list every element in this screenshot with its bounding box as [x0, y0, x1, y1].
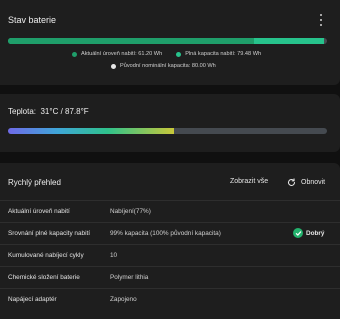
current-charge-fill [8, 38, 254, 44]
legend-nominal-capacity-label: Původní nominální kapacita: [120, 63, 191, 69]
current-charge-dot [72, 51, 77, 57]
legend-nominal-capacity: Původní nominální kapacita: 80.00 Wh [111, 63, 216, 69]
status-badge: Dobrý [293, 228, 324, 238]
row-label: Chemické složení baterie [8, 274, 80, 281]
battery-legend-row-2: Původní nominální kapacita: 80.00 Wh [111, 63, 216, 69]
show-all-button[interactable]: Zobrazit vše [230, 178, 268, 185]
battery-legend-row-1: Aktuální úroveň nabití: 61.20 Wh Plná ka… [72, 51, 261, 57]
legend-nominal-capacity-value: 80.00 Wh [191, 63, 216, 69]
status-badge-label: Dobrý [306, 229, 325, 237]
row-value: Zapojeno [110, 296, 137, 303]
row-label: Aktuální úroveň nabití [8, 208, 70, 215]
table-row: Aktuální úroveň nabití Nabíjení(77%) [0, 200, 340, 222]
table-row: Kumulované nabíjecí cykly 10 [0, 244, 340, 266]
row-value: 10 [110, 252, 118, 259]
temperature-value: 31°C / 87.8°F [40, 107, 89, 116]
row-value: Polymer lithia [110, 274, 149, 281]
temperature-card [0, 94, 340, 152]
quick-overview-title: Rychlý přehled [8, 178, 61, 187]
battery-status-card: Stav baterie Aktuální úroveň nabití: 61.… [0, 0, 340, 85]
nominal-capacity-dot [111, 63, 116, 69]
temperature-readout: Teplota: 31°C / 87.8°F [8, 107, 89, 116]
legend-full-capacity-value: 79.48 Wh [237, 51, 262, 57]
full-capacity-dot [176, 51, 182, 57]
legend-current-charge-value: 61.20 Wh [138, 51, 163, 57]
battery-capacity-bar [8, 38, 327, 44]
refresh-button[interactable]: Obnovit [287, 178, 325, 187]
table-row: Napájecí adaptér Zapojeno [0, 288, 340, 310]
row-label: Kumulované nabíjecí cykly [8, 252, 84, 259]
more-options-icon[interactable] [318, 14, 324, 26]
legend-full-capacity-label: Plná kapacita nabití: [185, 51, 236, 57]
temperature-label: Teplota: [8, 107, 37, 116]
check-icon [293, 228, 303, 238]
battery-status-title: Stav baterie [8, 15, 57, 25]
row-value: Nabíjení(77%) [110, 208, 151, 215]
table-row: Chemické složení baterie Polymer lithia [0, 266, 340, 288]
legend-current-charge: Aktuální úroveň nabití: 61.20 Wh [72, 51, 162, 57]
legend-full-capacity: Plná kapacita nabití: 79.48 Wh [176, 51, 261, 57]
temperature-bar [8, 128, 327, 134]
row-label: Napájecí adaptér [8, 296, 57, 303]
refresh-label: Obnovit [301, 179, 326, 186]
row-value: 99% kapacita (100% původní kapacita) [110, 230, 221, 237]
temperature-fill [8, 128, 174, 134]
row-label: Srovnání plné kapacity nabití [8, 230, 91, 237]
table-row: Srovnání plné kapacity nabití 99% kapaci… [0, 222, 340, 244]
refresh-icon [287, 178, 296, 186]
legend-current-charge-label: Aktuální úroveň nabití: [81, 51, 137, 57]
